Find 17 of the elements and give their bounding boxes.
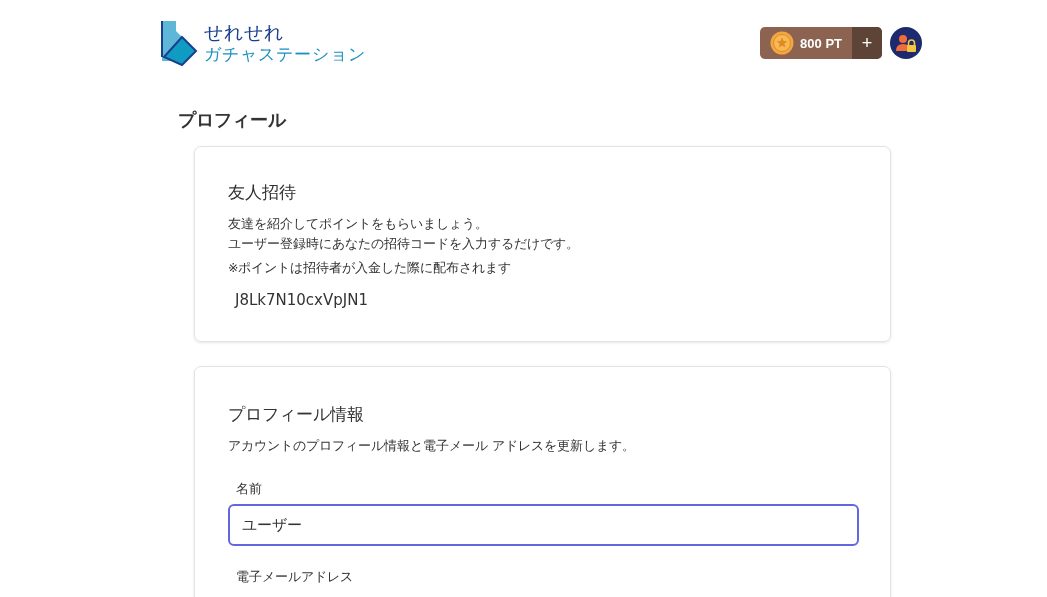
description: アカウントのプロフィール情報と電子メール アドレスを更新します。: [228, 437, 636, 455]
logo-text: ガチャステーション: [204, 46, 366, 63]
add-points-button[interactable]: +: [852, 27, 882, 59]
logo[interactable]: せれせれ ガチャステーション: [160, 17, 366, 69]
card-title: プロフィール情報: [228, 403, 365, 426]
field-label: 電子メールアドレス: [236, 568, 354, 586]
name-field[interactable]: ユーザー: [228, 504, 859, 546]
coin-icon: [770, 31, 795, 55]
user-lock-icon[interactable]: [890, 27, 922, 59]
note-text: ※ポイントは招待者が入金した際に配布されます: [228, 260, 513, 277]
invite-code: J8Lk7N10cxVpJN1: [235, 291, 369, 311]
points-amount: 800 PT: [800, 35, 843, 51]
field-label: 名前: [236, 480, 263, 498]
logo-text: せれせれ: [204, 23, 285, 42]
description: 友達を紹介してポイントをもらいましょう。 ユーザー登録時にあなたの招待コードを入力するだけです。: [228, 215, 580, 253]
card-title: 友人招待: [228, 181, 297, 204]
page-title: プロフィール: [178, 108, 288, 132]
